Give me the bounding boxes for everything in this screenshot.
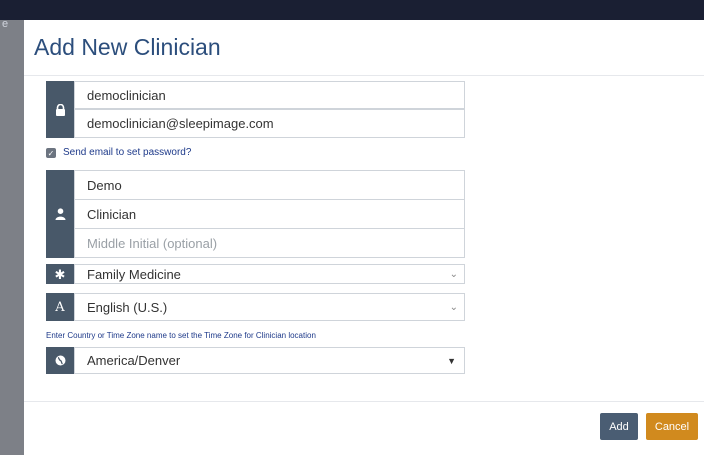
timezone-select[interactable]: America/Denver ▼ [74, 347, 465, 374]
email-field[interactable]: democlinician@sleepimage.com [74, 109, 465, 138]
timezone-value: America/Denver [87, 353, 181, 368]
lock-icon [55, 103, 65, 116]
globe-icon [55, 355, 65, 366]
send-email-checkbox[interactable]: ✓ [46, 148, 56, 158]
specialty-select[interactable]: Family Medicine ⌄ [74, 264, 465, 284]
chevron-down-icon: ⌄ [449, 301, 458, 313]
language-icon-addon: A [46, 293, 74, 321]
user-icon [55, 208, 65, 220]
backdrop-edge-text: e [2, 18, 9, 30]
chevron-down-icon: ⌄ [449, 268, 458, 280]
user-icon-addon [46, 170, 74, 258]
add-clinician-modal: Add New Clinician democlinician democlin… [24, 20, 704, 455]
send-email-label[interactable]: Send email to set password? [63, 147, 191, 158]
specialty-icon-addon: ✱ [46, 264, 74, 284]
backdrop-header [0, 0, 704, 20]
globe-icon-addon [46, 347, 74, 374]
add-button[interactable]: Add [600, 413, 638, 440]
first-name-field[interactable]: Demo [74, 170, 465, 200]
timezone-hint: Enter Country or Time Zone name to set t… [46, 331, 316, 340]
font-letter-icon: A [55, 299, 65, 315]
footer-divider [24, 401, 704, 402]
header-divider [24, 75, 704, 76]
lock-icon-addon [46, 81, 74, 138]
modal-title: Add New Clinician [34, 34, 221, 60]
last-name-field[interactable]: Clinician [74, 199, 465, 229]
caret-down-icon: ▼ [447, 355, 456, 366]
cancel-button[interactable]: Cancel [646, 413, 698, 440]
language-value: English (U.S.) [87, 299, 168, 315]
language-select[interactable]: English (U.S.) ⌄ [74, 293, 465, 321]
asterisk-icon: ✱ [54, 266, 66, 282]
specialty-value: Family Medicine [87, 266, 181, 282]
username-field[interactable]: democlinician [74, 81, 465, 109]
middle-initial-field[interactable]: Middle Initial (optional) [74, 228, 465, 258]
